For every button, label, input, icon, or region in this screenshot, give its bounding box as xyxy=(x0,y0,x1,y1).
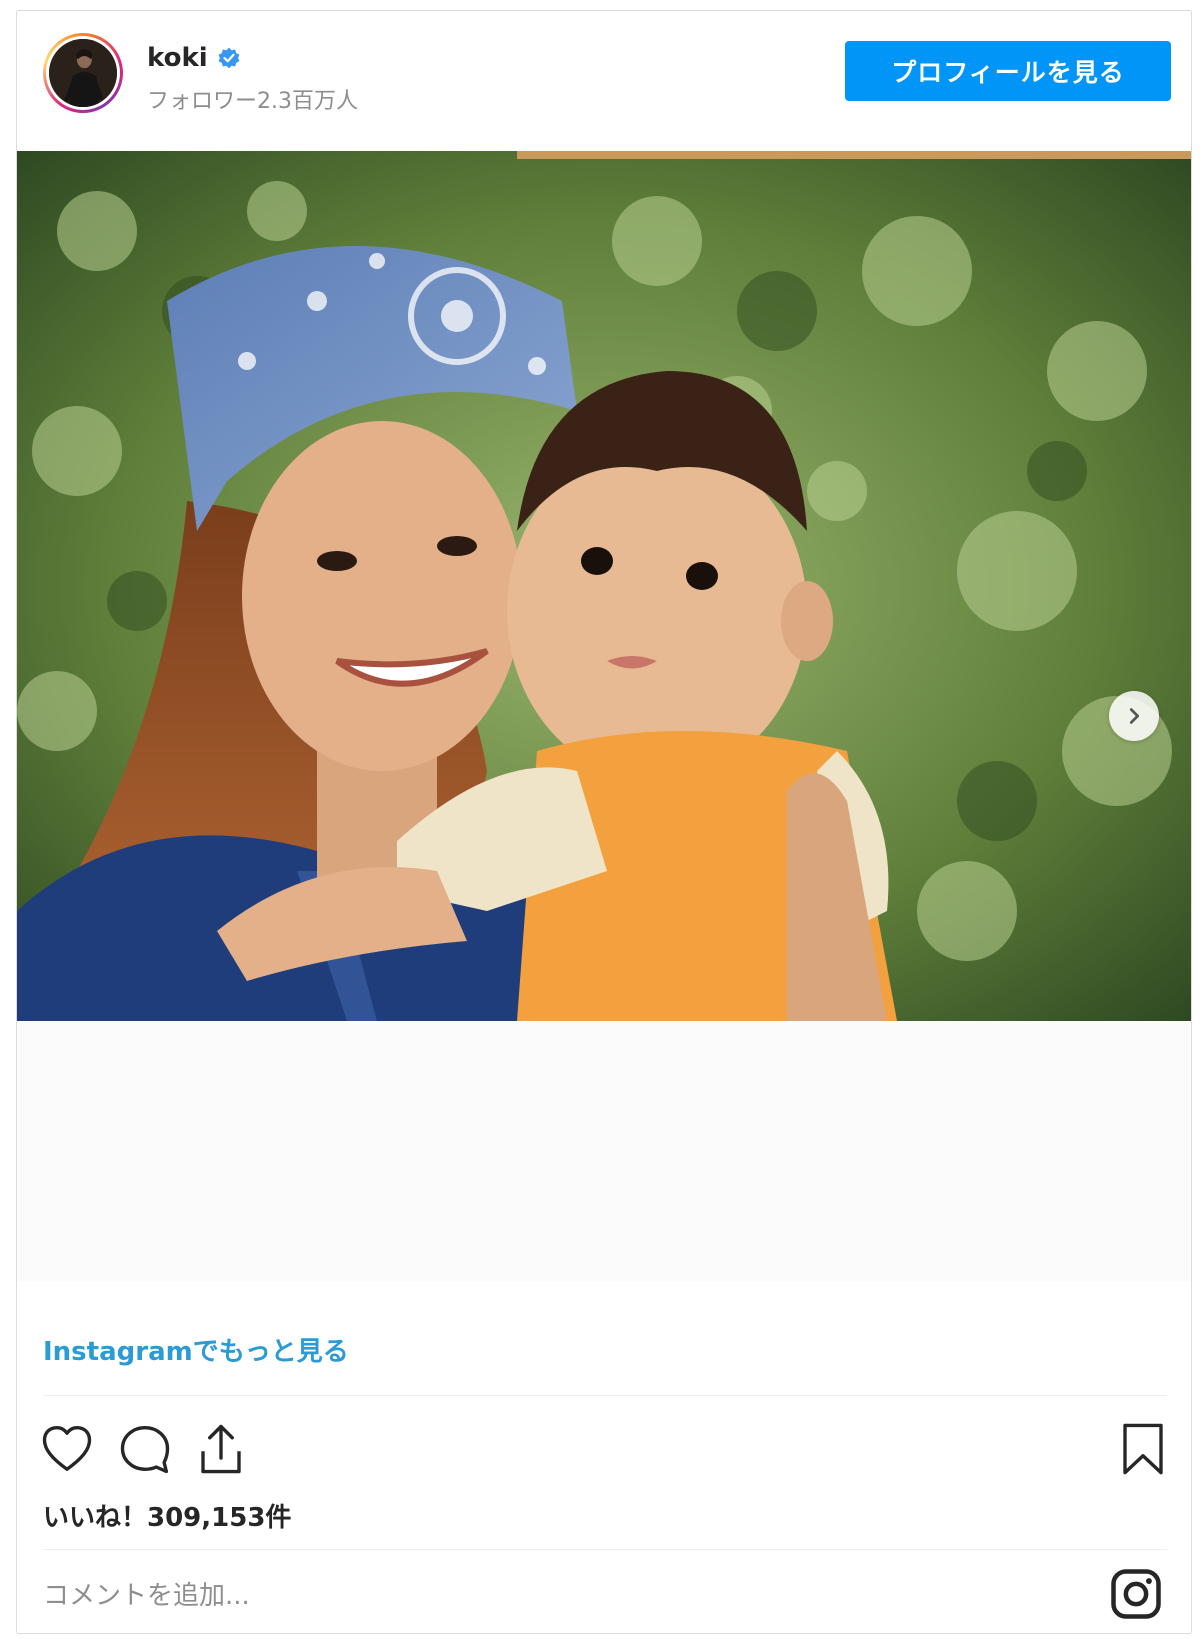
username[interactable]: koki xyxy=(147,43,208,73)
view-more-on-instagram-link[interactable]: Instagramでもっと見る xyxy=(43,1331,349,1368)
like-button[interactable] xyxy=(39,1421,95,1477)
next-photo-button[interactable] xyxy=(1109,691,1159,741)
share-button[interactable] xyxy=(193,1421,249,1477)
heart-icon xyxy=(42,1425,92,1471)
instagram-logo-icon[interactable] xyxy=(1109,1567,1163,1621)
divider xyxy=(43,1549,1167,1550)
action-bar xyxy=(39,1421,1179,1481)
divider xyxy=(43,1395,1167,1396)
like-count: いいね！309,153件 xyxy=(43,1503,292,1533)
follower-count: フォロワー2.3百万人 xyxy=(147,89,358,114)
chevron-right-icon xyxy=(1129,708,1140,724)
share-icon xyxy=(201,1424,241,1474)
post-photo[interactable] xyxy=(17,151,1191,1021)
comment-button[interactable] xyxy=(117,1421,173,1477)
avatar-figure-icon xyxy=(49,39,117,107)
instagram-embed-card: koki フォロワー2.3百万人 プロフィールを見る Instagramでもっと… xyxy=(16,10,1192,1634)
view-profile-button[interactable]: プロフィールを見る xyxy=(845,41,1171,101)
comment-icon xyxy=(120,1425,170,1474)
photo-image xyxy=(17,151,1191,1021)
comment-input[interactable] xyxy=(43,1571,943,1621)
bookmark-icon xyxy=(1123,1423,1163,1475)
avatar[interactable] xyxy=(43,33,123,113)
avatar-image xyxy=(49,39,117,107)
post-header: koki フォロワー2.3百万人 プロフィールを見る xyxy=(17,11,1191,151)
verified-badge-icon xyxy=(218,47,240,69)
save-button[interactable] xyxy=(1115,1421,1171,1477)
